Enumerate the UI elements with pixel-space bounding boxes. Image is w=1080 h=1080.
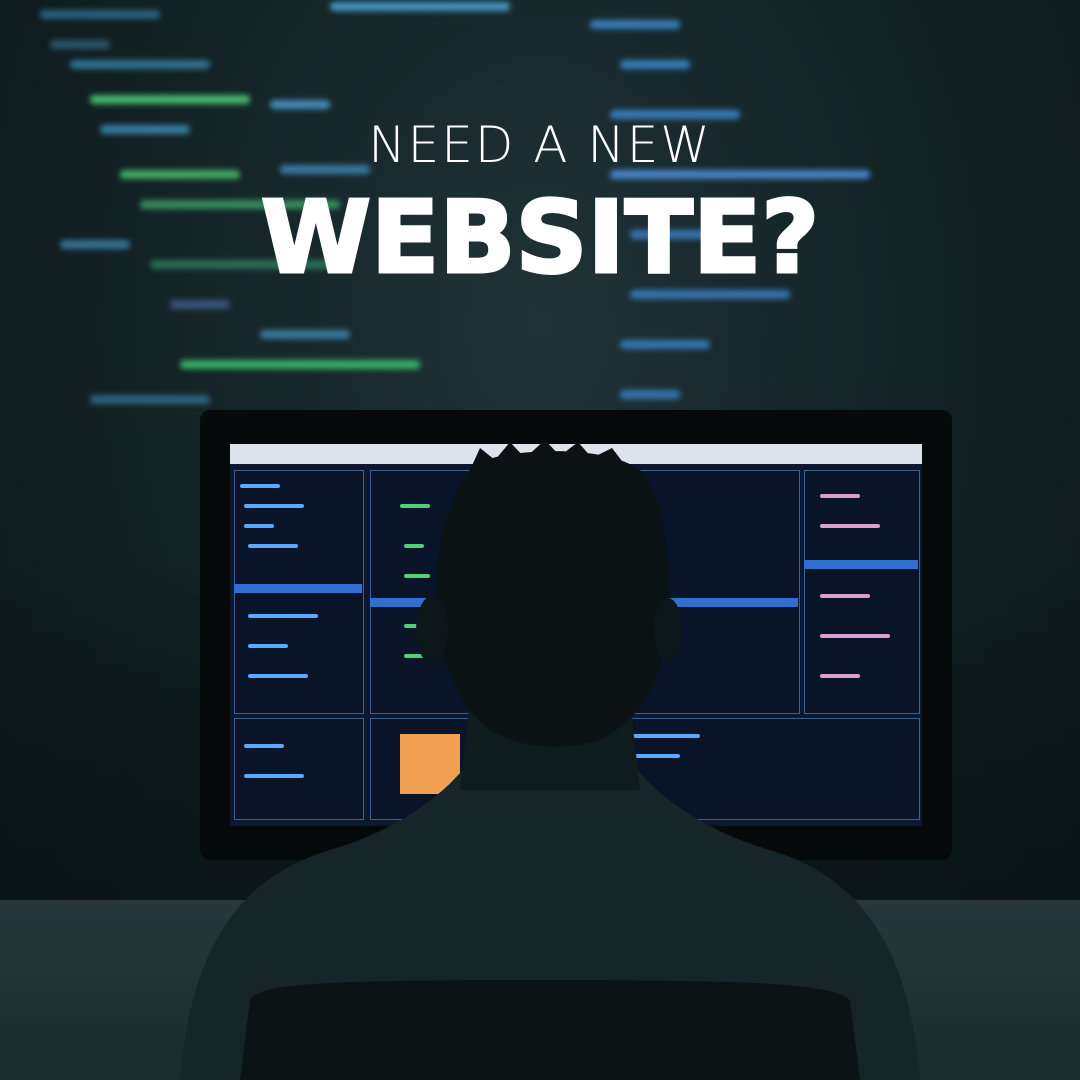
ad-image: NEED A NEW WEBSITE? — [0, 0, 1080, 1080]
headline-line-1: NEED A NEW — [368, 116, 712, 174]
headline: NEED A NEW WEBSITE? — [0, 110, 1080, 298]
headline-line-2: WEBSITE? — [259, 178, 821, 298]
